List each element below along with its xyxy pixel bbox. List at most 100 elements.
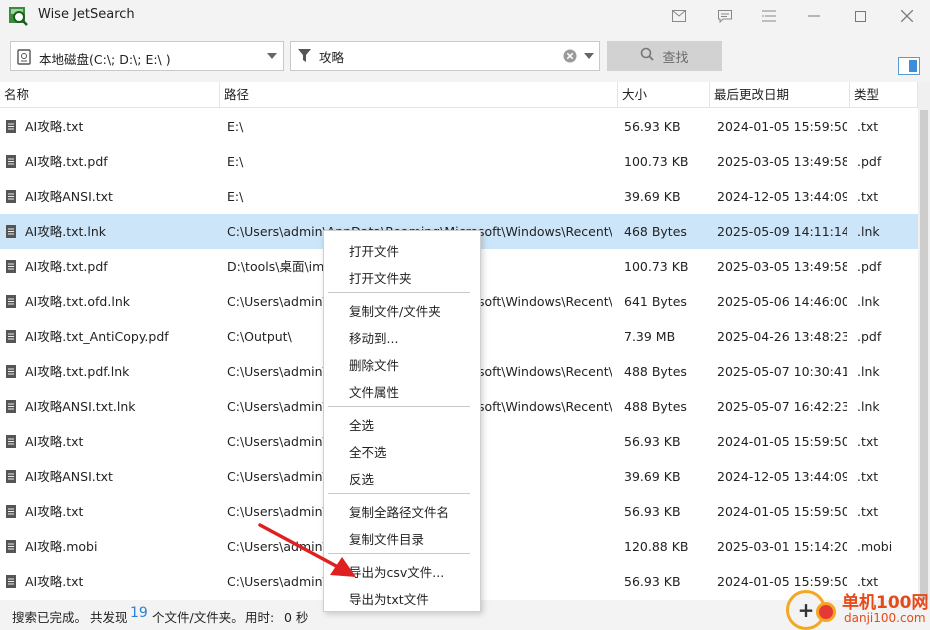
menu-item-select-all[interactable]: 全选	[349, 415, 374, 434]
cell-name: AI攻略.txt.pdf	[25, 154, 108, 169]
column-header-name[interactable]: 名称	[0, 82, 220, 108]
cell-modified: 2025-04-26 13:48:23	[717, 329, 847, 344]
search-toolbar: 本地磁盘(C:\; D:\; E:\ ) 查找	[0, 32, 930, 82]
feedback-icon[interactable]	[714, 5, 736, 27]
file-icon	[6, 400, 16, 413]
file-icon	[6, 155, 16, 168]
cell-modified: 2025-03-05 13:49:58	[717, 154, 847, 169]
cell-type: .lnk	[857, 399, 880, 414]
chevron-down-icon[interactable]	[267, 53, 277, 59]
menu-item-file-properties[interactable]: 文件属性	[349, 382, 399, 401]
cell-size: 56.93 KB	[624, 574, 681, 589]
menu-item-move-to[interactable]: 移动到...	[349, 328, 398, 347]
scrollbar-thumb[interactable]	[920, 110, 928, 600]
maximize-icon[interactable]	[849, 5, 871, 27]
cell-type: .txt	[857, 469, 879, 484]
menu-item-export-txt[interactable]: 导出为txt文件	[349, 589, 429, 608]
cell-size: 56.93 KB	[624, 504, 681, 519]
file-icon	[6, 470, 16, 483]
search-button-label: 查找	[662, 50, 689, 66]
mail-icon[interactable]	[668, 5, 690, 27]
minimize-icon[interactable]	[803, 5, 825, 27]
menu-item-delete-file[interactable]: 删除文件	[349, 355, 399, 374]
column-header-type[interactable]: 类型	[850, 82, 918, 108]
menu-separator	[328, 493, 470, 494]
column-header-size[interactable]: 大小	[618, 82, 710, 108]
cell-name: AI攻略.txt	[25, 504, 84, 519]
watermark-sub: danji100.com	[844, 611, 926, 625]
cell-size: 39.69 KB	[624, 189, 681, 204]
cell-size: 488 Bytes	[624, 399, 687, 414]
title-bar: Wise JetSearch	[0, 0, 930, 32]
cell-name: AI攻略ANSI.txt	[25, 189, 113, 204]
drive-icon	[17, 49, 31, 68]
cell-name: AI攻略.txt_AntiCopy.pdf	[25, 329, 169, 344]
cell-size: 56.93 KB	[624, 434, 681, 449]
menu-separator	[328, 406, 470, 407]
cell-name: AI攻略.txt	[25, 119, 84, 134]
cell-name: AI攻略ANSI.txt.lnk	[25, 399, 136, 414]
file-icon	[6, 260, 16, 273]
close-icon[interactable]	[896, 5, 918, 27]
drive-select-value: 本地磁盘(C:\; D:\; E:\ )	[39, 52, 171, 67]
file-icon	[6, 330, 16, 343]
status-time-label: 用时:	[245, 610, 275, 625]
cell-type: .pdf	[857, 154, 882, 169]
cell-modified: 2025-05-07 10:30:41	[717, 364, 847, 379]
file-icon	[6, 365, 16, 378]
status-found-suffix: 个文件/文件夹。	[152, 610, 244, 625]
cell-type: .pdf	[857, 259, 882, 274]
cell-modified: 2025-05-09 14:11:14	[717, 224, 847, 239]
cell-size: 100.73 KB	[624, 154, 689, 169]
cell-path: E:\	[227, 119, 244, 134]
cell-modified: 2024-01-05 15:59:50	[717, 119, 847, 134]
cell-modified: 2025-03-01 15:14:20	[717, 539, 847, 554]
column-header-modified[interactable]: 最后更改日期	[710, 82, 850, 108]
table-row[interactable]: AI攻略.txt E:\ 56.93 KB 2024-01-05 15:59:50 .t…	[0, 109, 918, 144]
cell-size: 468 Bytes	[624, 224, 687, 239]
file-icon	[6, 575, 16, 588]
cell-name: AI攻略ANSI.txt	[25, 469, 113, 484]
menu-item-select-none[interactable]: 全不选	[349, 442, 387, 461]
cell-modified: 2024-12-05 13:44:09	[717, 469, 847, 484]
cell-size: 56.93 KB	[624, 119, 681, 134]
cell-modified: 2024-01-05 15:59:50	[717, 504, 847, 519]
search-input[interactable]	[319, 46, 559, 66]
file-icon	[6, 540, 16, 553]
cell-type: .lnk	[857, 364, 880, 379]
cell-path: E:\	[227, 154, 244, 169]
column-header-path[interactable]: 路径	[220, 82, 618, 108]
cell-size: 641 Bytes	[624, 294, 687, 309]
preview-pane-toggle[interactable]	[898, 57, 920, 75]
menu-item-invert-selection[interactable]: 反选	[349, 469, 374, 488]
cell-modified: 2024-01-05 15:59:50	[717, 434, 847, 449]
history-dropdown-icon[interactable]	[584, 53, 594, 59]
menu-item-copy-file[interactable]: 复制文件/文件夹	[349, 301, 441, 320]
search-button[interactable]: 查找	[607, 41, 722, 71]
cell-type: .pdf	[857, 329, 882, 344]
menu-separator	[328, 292, 470, 293]
menu-icon[interactable]	[758, 5, 780, 27]
table-row[interactable]: AI攻略.txt.pdf E:\ 100.73 KB 2025-03-05 13:49…	[0, 144, 918, 179]
clear-icon[interactable]	[563, 49, 577, 66]
cell-type: .txt	[857, 119, 879, 134]
drive-select[interactable]: 本地磁盘(C:\; D:\; E:\ )	[10, 41, 284, 71]
cell-size: 39.69 KB	[624, 469, 681, 484]
menu-item-open-file[interactable]: 打开文件	[349, 241, 399, 260]
file-icon	[6, 295, 16, 308]
status-found-prefix: 共发现	[90, 610, 128, 625]
cell-name: AI攻略.txt	[25, 434, 84, 449]
status-count: 19	[130, 605, 148, 621]
cell-type: .mobi	[857, 539, 893, 554]
watermark-text: 单机100网	[842, 593, 929, 613]
menu-item-open-folder[interactable]: 打开文件夹	[349, 268, 412, 287]
cell-type: .txt	[857, 504, 879, 519]
file-icon	[6, 190, 16, 203]
query-box[interactable]	[290, 41, 600, 71]
vertical-scrollbar[interactable]	[918, 82, 930, 600]
table-row[interactable]: AI攻略ANSI.txt E:\ 39.69 KB 2024-12-05 13:44:…	[0, 179, 918, 214]
watermark: + 单机100网 danji100.com	[782, 588, 930, 630]
cell-name: AI攻略.txt.lnk	[25, 224, 107, 239]
cell-type: .txt	[857, 189, 879, 204]
cell-path: E:\	[227, 189, 244, 204]
